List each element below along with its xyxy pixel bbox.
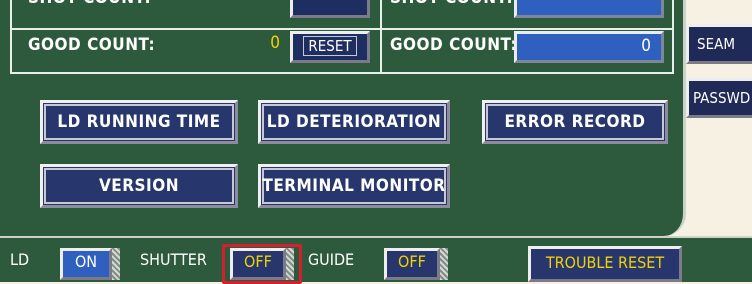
count-frame-divider-horizontal: [10, 28, 674, 30]
trouble-reset-button[interactable]: TROUBLE RESET: [528, 246, 682, 282]
guide-label: GUIDE: [308, 250, 355, 269]
guide-toggle[interactable]: OFF: [384, 248, 440, 280]
shutter-toggle[interactable]: OFF: [230, 248, 286, 280]
count-frame-divider-vertical: [380, 0, 382, 74]
guide-toggle-grip: [440, 248, 448, 280]
passwd-button[interactable]: PASSWD: [686, 78, 752, 118]
terminal-monitor-button[interactable]: TERMINAL MONITOR: [258, 164, 450, 208]
ld-toggle-grip: [112, 248, 120, 280]
shutter-toggle-grip: [286, 248, 294, 280]
ld-deterioration-button[interactable]: LD DETERIORATION: [258, 100, 450, 144]
seam-button[interactable]: SEAM: [686, 24, 752, 64]
good-count-right-value: 0: [514, 31, 664, 63]
shutter-label: SHUTTER: [140, 250, 207, 269]
ld-toggle[interactable]: ON: [60, 248, 112, 280]
ld-label: LD: [10, 250, 30, 269]
shot-count-right-label: SHOT COUNT:: [390, 0, 513, 8]
shot-count-right-box: [514, 0, 664, 18]
ld-running-time-button[interactable]: LD RUNNING TIME: [40, 100, 238, 144]
reset-button-label: RESET: [303, 36, 357, 56]
good-count-right-label: GOOD COUNT:: [390, 35, 518, 55]
reset-button[interactable]: RESET: [290, 31, 370, 63]
good-count-left-label: GOOD COUNT:: [28, 35, 156, 55]
good-count-left-value: 0: [270, 33, 280, 53]
shot-count-left-box: [290, 0, 370, 18]
shot-count-left-label: SHOT COUNT:: [28, 0, 151, 8]
version-button[interactable]: VERSION: [40, 164, 238, 208]
error-record-button[interactable]: ERROR RECORD: [482, 100, 668, 144]
